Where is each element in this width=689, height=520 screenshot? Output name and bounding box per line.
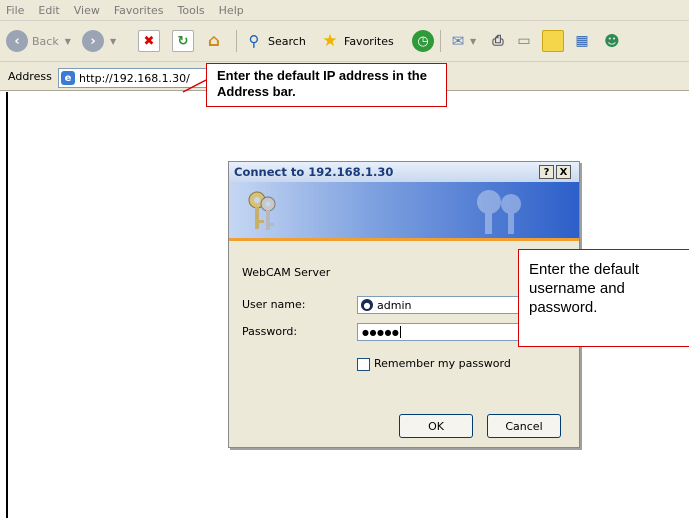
print-icon: ⎙	[492, 33, 504, 49]
messenger-button[interactable]: ☻	[602, 29, 622, 53]
mail-dropdown-icon[interactable]: ▼	[470, 37, 476, 46]
address-input[interactable]: e http://192.168.1.30/	[58, 68, 210, 88]
address-label: Address	[8, 70, 52, 83]
refresh-icon: ↻	[172, 30, 194, 52]
stop-button[interactable]: ✖	[138, 29, 160, 53]
address-url: http://192.168.1.30/	[79, 71, 190, 85]
history-button[interactable]: ◷	[412, 29, 434, 53]
search-icon: ⚲	[248, 32, 260, 50]
menu-bar: File Edit View Favorites Tools Help	[0, 0, 689, 21]
history-icon: ◷	[412, 30, 434, 52]
back-label: Back	[32, 34, 59, 48]
forward-arrow-icon: ›	[82, 30, 104, 52]
toolbar-separator	[440, 30, 441, 52]
toolbar: ‹ Back ▼ › ▼ ✖ ↻ ⌂ ⚲ Search ★ Favorites …	[0, 21, 689, 62]
ip-address-callout: Enter the default IP address in the Addr…	[206, 63, 447, 107]
password-field[interactable]: ●●●●●	[357, 323, 522, 341]
credentials-callout: Enter the default username and password.	[518, 249, 689, 347]
remember-checkbox[interactable]	[357, 358, 370, 371]
help-button[interactable]: ?	[539, 165, 554, 179]
ie-page-icon: e	[61, 71, 75, 85]
discuss-button[interactable]	[542, 29, 564, 53]
messenger-icon: ☻	[604, 32, 620, 50]
menu-favorites[interactable]: Favorites	[108, 4, 172, 17]
edit-button[interactable]: ▭	[514, 29, 534, 53]
home-button[interactable]: ⌂	[204, 29, 224, 53]
menu-help[interactable]: Help	[213, 4, 252, 17]
print-button[interactable]: ⎙	[488, 29, 508, 53]
forward-dropdown-icon[interactable]: ▼	[110, 37, 116, 46]
menu-edit[interactable]: Edit	[32, 4, 67, 17]
back-dropdown-icon[interactable]: ▼	[65, 37, 71, 46]
research-icon: ▦	[575, 33, 589, 49]
keys-icon	[248, 191, 276, 230]
menu-tools[interactable]: Tools	[172, 4, 213, 17]
home-icon: ⌂	[207, 31, 221, 51]
dialog-title: Connect to 192.168.1.30	[229, 162, 579, 182]
toolbar-separator	[236, 30, 237, 52]
back-button[interactable]: ‹ Back ▼	[6, 29, 71, 53]
ok-button[interactable]: OK	[399, 414, 473, 438]
menu-view[interactable]: View	[68, 4, 108, 17]
dialog-banner	[229, 182, 579, 241]
password-value: ●●●●●	[362, 327, 400, 337]
text-cursor	[400, 326, 402, 338]
forward-button[interactable]: › ▼	[82, 29, 116, 53]
stop-icon: ✖	[138, 30, 160, 52]
research-button[interactable]: ▦	[572, 29, 592, 53]
refresh-button[interactable]: ↻	[172, 29, 194, 53]
mail-icon: ✉	[451, 32, 465, 50]
edit-icon: ▭	[517, 33, 531, 49]
favorites-button[interactable]: ★ Favorites	[320, 29, 394, 53]
server-name: WebCAM Server	[242, 266, 331, 279]
mail-button[interactable]: ✉ ▼	[448, 29, 476, 53]
user-icon: ●	[361, 299, 373, 311]
back-arrow-icon: ‹	[6, 30, 28, 52]
search-button[interactable]: ⚲ Search	[244, 29, 306, 53]
close-button[interactable]: X	[556, 165, 571, 179]
note-icon	[542, 30, 564, 52]
star-icon: ★	[322, 31, 338, 51]
username-value: admin	[377, 298, 412, 312]
favorites-label: Favorites	[344, 34, 394, 48]
search-label: Search	[268, 34, 306, 48]
cancel-button[interactable]: Cancel	[487, 414, 561, 438]
keys-watermark-icon	[477, 190, 521, 234]
username-field[interactable]: ● admin	[357, 296, 522, 314]
password-label: Password:	[242, 325, 298, 338]
username-label: User name:	[242, 298, 306, 311]
menu-file[interactable]: File	[0, 4, 32, 17]
remember-label: Remember my password	[374, 357, 511, 370]
